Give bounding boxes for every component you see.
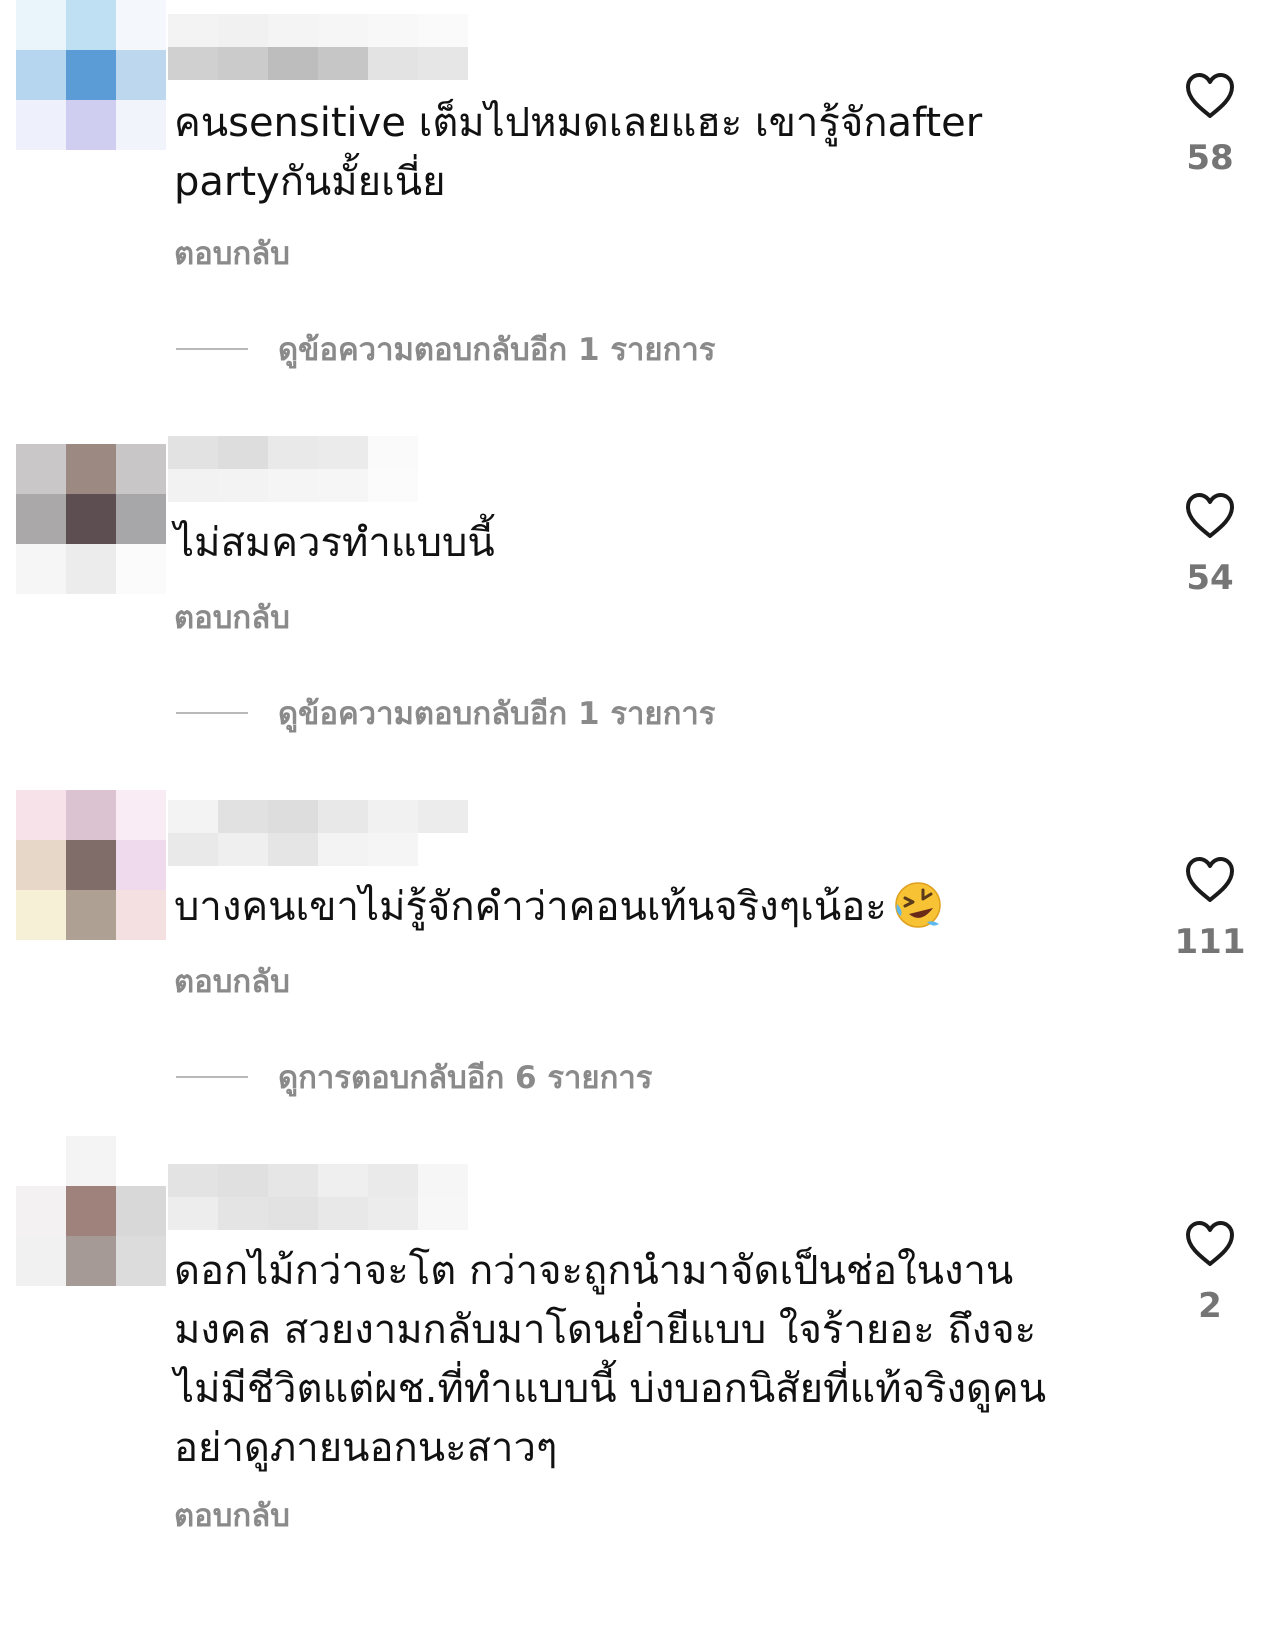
heart-outline-icon bbox=[1150, 856, 1270, 904]
like-count: 2 bbox=[1198, 1286, 1222, 1326]
comment-text: คนsensitive เต็มไปหมดเลยแฮะ เขารู้จักaft… bbox=[174, 100, 983, 205]
like-count: 58 bbox=[1186, 138, 1234, 178]
reply-button[interactable]: ตอบกลับ bbox=[174, 956, 290, 1006]
username-blurred[interactable] bbox=[168, 800, 468, 866]
like-button[interactable]: 2 bbox=[1150, 1220, 1270, 1326]
avatar-blurred[interactable] bbox=[16, 1136, 166, 1286]
avatar-blurred[interactable] bbox=[16, 444, 166, 594]
like-count: 54 bbox=[1186, 558, 1234, 598]
username-blurred[interactable] bbox=[168, 436, 468, 502]
view-replies-label: ดูการตอบกลับอีก 6 รายการ bbox=[278, 1060, 653, 1096]
like-button[interactable]: 58 bbox=[1150, 72, 1270, 178]
reply-button[interactable]: ตอบกลับ bbox=[174, 1490, 290, 1540]
reply-button[interactable]: ตอบกลับ bbox=[174, 592, 290, 642]
heart-outline-icon bbox=[1150, 72, 1270, 120]
rolling-laughing-emoji-icon bbox=[893, 880, 943, 930]
like-button[interactable]: 111 bbox=[1150, 856, 1270, 962]
username-blurred[interactable] bbox=[168, 1164, 468, 1230]
like-button[interactable]: 54 bbox=[1150, 492, 1270, 598]
heart-outline-icon bbox=[1150, 1220, 1270, 1268]
username-blurred[interactable] bbox=[168, 14, 468, 80]
divider-line bbox=[176, 348, 248, 350]
divider-line bbox=[176, 1076, 248, 1078]
avatar-blurred[interactable] bbox=[16, 0, 166, 150]
divider-line bbox=[176, 712, 248, 714]
avatar-blurred[interactable] bbox=[16, 790, 166, 940]
comment-text: บางคนเขาไม่รู้จักคำว่าคอนเท้นจริงๆเน้อะ bbox=[174, 878, 1104, 937]
comment-text: ดอกไม้กว่าจะโต กว่าจะถูกนำมาจัดเป็นช่อใน… bbox=[174, 1248, 1047, 1471]
view-replies-button[interactable]: ดูข้อความตอบกลับอีก 1 รายการ bbox=[176, 324, 715, 374]
view-replies-button[interactable]: ดูการตอบกลับอีก 6 รายการ bbox=[176, 1052, 652, 1102]
view-replies-label: ดูข้อความตอบกลับอีก 1 รายการ bbox=[278, 332, 716, 368]
reply-button[interactable]: ตอบกลับ bbox=[174, 228, 290, 278]
comment-text-content: บางคนเขาไม่รู้จักคำว่าคอนเท้นจริงๆเน้อะ bbox=[174, 884, 887, 930]
comment-text: ไม่สมควรทำแบบนี้ bbox=[174, 520, 495, 566]
view-replies-label: ดูข้อความตอบกลับอีก 1 รายการ bbox=[278, 696, 716, 732]
view-replies-button[interactable]: ดูข้อความตอบกลับอีก 1 รายการ bbox=[176, 688, 715, 738]
like-count: 111 bbox=[1174, 922, 1246, 962]
heart-outline-icon bbox=[1150, 492, 1270, 540]
